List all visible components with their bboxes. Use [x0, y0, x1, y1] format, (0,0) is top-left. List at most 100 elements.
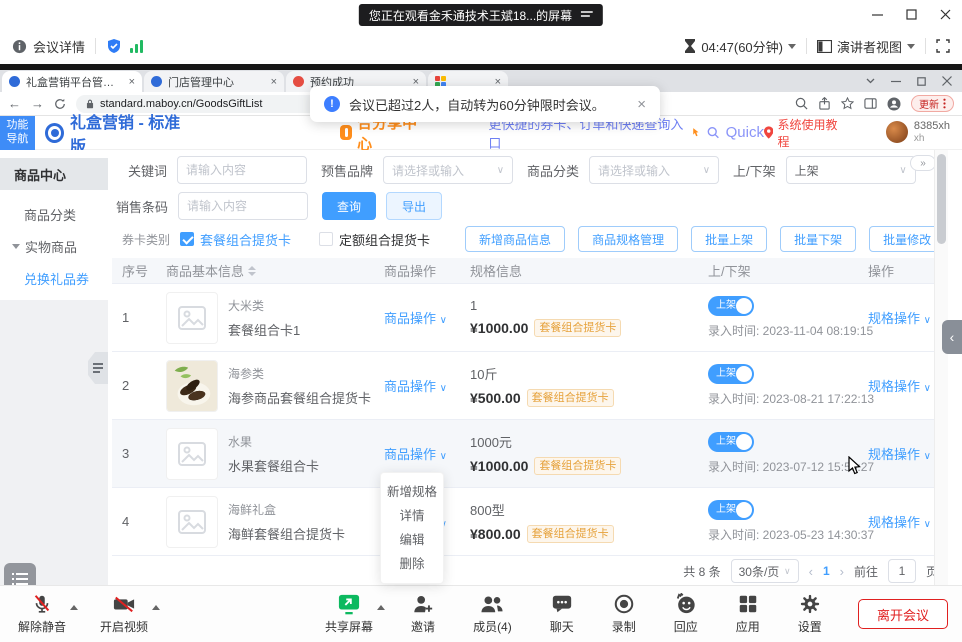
current-page[interactable]: 1 — [823, 564, 830, 578]
product-name: 海鲜套餐组合提货卡 — [228, 524, 345, 543]
mic-options-caret[interactable] — [70, 605, 78, 610]
user-box[interactable]: 8385xh xh — [886, 120, 950, 144]
goto-page-input[interactable] — [888, 559, 916, 583]
video-options-caret[interactable] — [152, 605, 160, 610]
settings-button[interactable]: 设置 — [792, 593, 828, 635]
product-op-link[interactable]: 商品操作 ∨ — [384, 379, 447, 394]
invite-button[interactable]: 邀请 — [405, 593, 441, 635]
fixed-card-checkbox-label[interactable]: 定额组合提货卡 — [339, 230, 430, 249]
entry-time: 录入时间: 2023-07-12 15:53:27 — [708, 458, 858, 475]
brand-select[interactable]: 请选择或输入 ∨ — [383, 156, 513, 184]
select-caret-icon: ∨ — [703, 165, 710, 176]
lantern-icon — [340, 125, 352, 140]
sidebar-item-physical-goods[interactable]: 实物商品 — [0, 232, 108, 260]
menu-item-edit[interactable]: 编辑 — [381, 528, 443, 552]
menu-item-add-spec[interactable]: 新增规格 — [381, 480, 443, 504]
product-op-link[interactable]: 商品操作 ∨ — [384, 311, 447, 326]
bookmark-star-icon[interactable] — [841, 97, 854, 110]
prev-page-icon[interactable]: ‹ — [809, 564, 813, 579]
category-select[interactable]: 请选择或输入 ∨ — [589, 156, 719, 184]
apps-button[interactable]: 应用 — [730, 593, 766, 635]
browser-tab-store-admin[interactable]: 门店管理中心 × — [144, 71, 284, 92]
spec-op-link[interactable]: 规格操作 ∨ — [868, 379, 931, 394]
reaction-button[interactable]: 回应 — [668, 593, 704, 635]
forward-icon[interactable]: → — [31, 97, 44, 110]
browser-tab-gift-admin[interactable]: 礼盒营销平台管理中心 × — [2, 71, 142, 92]
timer-caret-icon[interactable] — [788, 44, 796, 49]
browser-update-button[interactable]: 更新 — [911, 95, 954, 112]
start-video-button[interactable]: 开启视频 — [94, 593, 154, 635]
chat-button[interactable]: 聊天 — [544, 593, 580, 635]
view-mode-label[interactable]: 演讲者视图 — [837, 37, 902, 56]
profile-avatar-icon[interactable] — [887, 97, 901, 111]
spec-op-link[interactable]: 规格操作 ∨ — [868, 311, 931, 326]
next-page-icon[interactable]: › — [840, 564, 844, 579]
fixed-card-checkbox[interactable] — [319, 232, 333, 246]
banner-menu-icon[interactable] — [581, 10, 593, 20]
network-signal-icon[interactable] — [130, 40, 143, 53]
online-toggle[interactable]: 上架 — [708, 500, 754, 520]
page-size-select[interactable]: 30条/页 ∨ — [731, 559, 799, 583]
browser-maximize-icon[interactable] — [917, 77, 926, 86]
share-screen-button[interactable]: 共享屏幕 — [319, 593, 379, 635]
maximize-icon[interactable] — [894, 0, 928, 28]
tab-close-icon[interactable]: × — [271, 76, 277, 88]
batch-offline-button[interactable]: 批量下架 — [780, 226, 856, 252]
share-icon[interactable] — [818, 97, 831, 110]
browser-close-icon[interactable] — [942, 76, 952, 86]
sidebar-item-product-category[interactable]: 商品分类 — [0, 200, 108, 228]
spec-op-link[interactable]: 规格操作 ∨ — [868, 515, 931, 530]
header-basic-info[interactable]: 商品基本信息 — [156, 261, 374, 280]
browser-minimize-icon[interactable] — [891, 76, 901, 86]
online-toggle[interactable]: 上架 — [708, 364, 754, 384]
status-select[interactable]: 上架 ∨ — [786, 156, 916, 184]
export-button[interactable]: 导出 — [386, 192, 442, 220]
cell-no: 1 — [112, 310, 156, 325]
close-icon[interactable] — [928, 0, 962, 28]
search-button[interactable]: 查询 — [322, 192, 376, 220]
kebab-menu-icon[interactable] — [943, 98, 946, 109]
menu-item-delete[interactable]: 删除 — [381, 552, 443, 576]
back-icon[interactable]: ← — [8, 97, 21, 110]
members-button[interactable]: 成员(4) — [467, 593, 518, 635]
meeting-details-label[interactable]: 会议详情 — [33, 37, 85, 56]
chat-icon — [551, 593, 573, 615]
nav-toggle-block[interactable]: 功能导航 — [0, 116, 35, 150]
scrollbar-thumb[interactable] — [937, 154, 946, 244]
tab-close-icon[interactable]: × — [129, 76, 135, 88]
combo-card-checkbox-label[interactable]: 套餐组合提货卡 — [200, 230, 291, 249]
minimize-icon[interactable] — [860, 0, 894, 28]
fullscreen-icon[interactable] — [936, 39, 950, 53]
online-toggle[interactable]: 上架 — [708, 296, 754, 316]
zoom-icon[interactable] — [795, 97, 808, 110]
side-panel-icon[interactable] — [864, 97, 877, 110]
tutorial-link[interactable]: 系统使用教程 — [764, 116, 846, 150]
mouse-cursor — [848, 456, 862, 476]
product-op-link-open[interactable]: 商品操作 ∨ — [384, 447, 447, 462]
unmute-button[interactable]: 解除静音 — [12, 593, 72, 635]
right-panel-handle[interactable]: ‹ — [942, 320, 962, 354]
tab-search-chevron-icon[interactable] — [866, 78, 875, 84]
batch-online-button[interactable]: 批量上架 — [691, 226, 767, 252]
online-toggle[interactable]: 上架 — [708, 432, 754, 452]
view-caret-icon[interactable] — [907, 44, 915, 49]
sidebar-item-gift-voucher[interactable]: 兑换礼品券 — [0, 264, 108, 292]
barcode-input[interactable] — [178, 192, 308, 220]
toast-close-icon[interactable]: × — [637, 96, 646, 113]
sidebar-collapse-handle[interactable] — [88, 352, 108, 384]
filter-expand-button[interactable]: » — [910, 155, 936, 171]
browser-scrollbar[interactable] — [934, 150, 948, 585]
combo-card-checkbox[interactable] — [180, 232, 194, 246]
menu-item-detail[interactable]: 详情 — [381, 504, 443, 528]
sort-icon[interactable] — [248, 266, 256, 276]
spec-manage-button[interactable]: 商品规格管理 — [578, 226, 678, 252]
security-shield-icon[interactable] — [106, 38, 122, 54]
keyword-input[interactable] — [177, 156, 307, 184]
spec-op-link[interactable]: 规格操作 ∨ — [868, 447, 931, 462]
add-product-button[interactable]: 新增商品信息 — [465, 226, 565, 252]
spec-value: 800型 — [470, 500, 698, 519]
share-options-caret[interactable] — [377, 605, 385, 610]
leave-meeting-button[interactable]: 离开会议 — [858, 599, 948, 629]
record-button[interactable]: 录制 — [606, 593, 642, 635]
sidebar-section-product-center[interactable]: 商品中心 — [0, 158, 108, 190]
